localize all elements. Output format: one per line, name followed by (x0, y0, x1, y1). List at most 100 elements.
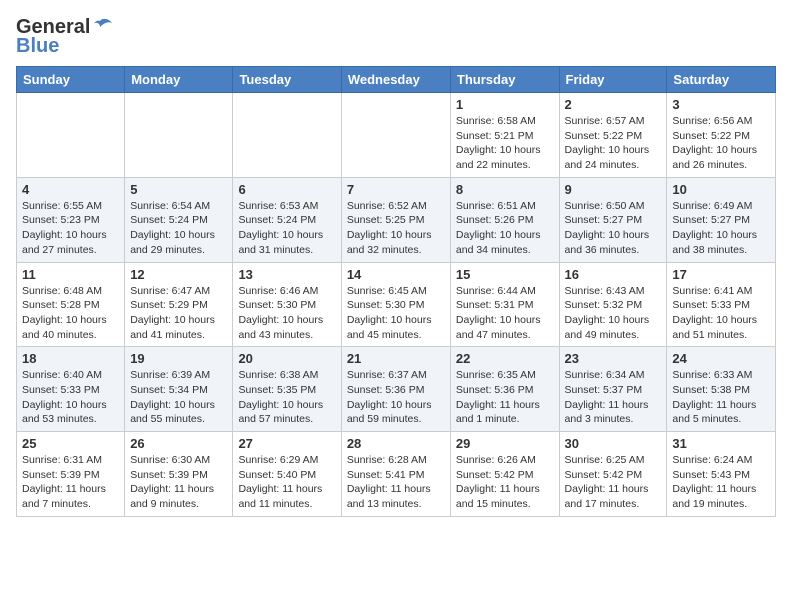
calendar-cell (125, 93, 233, 178)
day-number: 21 (347, 351, 445, 366)
calendar-cell (341, 93, 450, 178)
day-info: Sunrise: 6:30 AM Sunset: 5:39 PM Dayligh… (130, 453, 227, 512)
day-number: 12 (130, 267, 227, 282)
day-info: Sunrise: 6:47 AM Sunset: 5:29 PM Dayligh… (130, 284, 227, 343)
day-info: Sunrise: 6:48 AM Sunset: 5:28 PM Dayligh… (22, 284, 119, 343)
day-number: 10 (672, 182, 770, 197)
day-info: Sunrise: 6:49 AM Sunset: 5:27 PM Dayligh… (672, 199, 770, 258)
day-info: Sunrise: 6:57 AM Sunset: 5:22 PM Dayligh… (565, 114, 662, 173)
day-number: 28 (347, 436, 445, 451)
day-header-tuesday: Tuesday (233, 67, 341, 93)
calendar-cell: 6Sunrise: 6:53 AM Sunset: 5:24 PM Daylig… (233, 177, 341, 262)
calendar-cell: 20 Sunrise: 6:38 AM Sunset: 5:35 PM Dayli… (233, 347, 341, 432)
calendar-cell: 28 Sunrise: 6:28 AM Sunset: 5:41 PM Dayli… (341, 432, 450, 517)
calendar-cell: 10 Sunrise: 6:49 AM Sunset: 5:27 PM Dayli… (667, 177, 776, 262)
day-info: Sunrise: 6:44 AM Sunset: 5:31 PM Dayligh… (456, 284, 554, 343)
calendar-cell: 4 Sunrise: 6:55 AM Sunset: 5:23 PM Daylig… (17, 177, 125, 262)
day-number: 2 (565, 97, 662, 112)
day-info: Sunrise: 6:38 AM Sunset: 5:35 PM Dayligh… (238, 368, 335, 427)
day-info: Sunrise: 6:37 AM Sunset: 5:36 PM Dayligh… (347, 368, 445, 427)
day-number: 11 (22, 267, 119, 282)
logo-blue-text: Blue (16, 35, 59, 58)
day-number: 1 (456, 97, 554, 112)
calendar-cell: 30 Sunrise: 6:25 AM Sunset: 5:42 PM Dayli… (559, 432, 667, 517)
day-info: Sunrise: 6:35 AM Sunset: 5:36 PM Dayligh… (456, 368, 554, 427)
day-header-thursday: Thursday (450, 67, 559, 93)
calendar-cell: 13 Sunrise: 6:46 AM Sunset: 5:30 PM Dayli… (233, 262, 341, 347)
day-info: Sunrise: 6:25 AM Sunset: 5:42 PM Dayligh… (565, 453, 662, 512)
calendar-cell (233, 93, 341, 178)
logo-bird-icon (92, 17, 114, 37)
calendar-cell: 12 Sunrise: 6:47 AM Sunset: 5:29 PM Dayli… (125, 262, 233, 347)
day-info: Sunrise: 6:29 AM Sunset: 5:40 PM Dayligh… (238, 453, 335, 512)
day-number: 20 (238, 351, 335, 366)
calendar-table: SundayMondayTuesdayWednesdayThursdayFrid… (16, 66, 776, 517)
calendar-cell: 14 Sunrise: 6:45 AM Sunset: 5:30 PM Dayli… (341, 262, 450, 347)
day-number: 17 (672, 267, 770, 282)
day-header-friday: Friday (559, 67, 667, 93)
day-info: Sunrise: 6:24 AM Sunset: 5:43 PM Dayligh… (672, 453, 770, 512)
day-number: 29 (456, 436, 554, 451)
day-number: 7 (347, 182, 445, 197)
calendar-cell: 17Sunrise: 6:41 AM Sunset: 5:33 PM Dayli… (667, 262, 776, 347)
day-info: Sunrise: 6:31 AM Sunset: 5:39 PM Dayligh… (22, 453, 119, 512)
day-header-saturday: Saturday (667, 67, 776, 93)
day-info: Sunrise: 6:33 AM Sunset: 5:38 PM Dayligh… (672, 368, 770, 427)
day-number: 18 (22, 351, 119, 366)
calendar-week-row: 25 Sunrise: 6:31 AM Sunset: 5:39 PM Dayli… (17, 432, 776, 517)
calendar-cell: 26 Sunrise: 6:30 AM Sunset: 5:39 PM Dayli… (125, 432, 233, 517)
day-header-monday: Monday (125, 67, 233, 93)
calendar-header-row: SundayMondayTuesdayWednesdayThursdayFrid… (17, 67, 776, 93)
calendar-cell (17, 93, 125, 178)
calendar-week-row: 1 Sunrise: 6:58 AM Sunset: 5:21 PM Daylig… (17, 93, 776, 178)
calendar-week-row: 4 Sunrise: 6:55 AM Sunset: 5:23 PM Daylig… (17, 177, 776, 262)
day-info: Sunrise: 6:43 AM Sunset: 5:32 PM Dayligh… (565, 284, 662, 343)
calendar-cell: 27Sunrise: 6:29 AM Sunset: 5:40 PM Dayli… (233, 432, 341, 517)
day-number: 6 (238, 182, 335, 197)
calendar-week-row: 11 Sunrise: 6:48 AM Sunset: 5:28 PM Dayli… (17, 262, 776, 347)
calendar-cell: 25 Sunrise: 6:31 AM Sunset: 5:39 PM Dayli… (17, 432, 125, 517)
day-number: 30 (565, 436, 662, 451)
day-number: 22 (456, 351, 554, 366)
day-number: 15 (456, 267, 554, 282)
day-info: Sunrise: 6:39 AM Sunset: 5:34 PM Dayligh… (130, 368, 227, 427)
day-info: Sunrise: 6:34 AM Sunset: 5:37 PM Dayligh… (565, 368, 662, 427)
day-info: Sunrise: 6:52 AM Sunset: 5:25 PM Dayligh… (347, 199, 445, 258)
day-info: Sunrise: 6:58 AM Sunset: 5:21 PM Dayligh… (456, 114, 554, 173)
day-number: 13 (238, 267, 335, 282)
calendar-cell: 18 Sunrise: 6:40 AM Sunset: 5:33 PM Dayli… (17, 347, 125, 432)
day-number: 25 (22, 436, 119, 451)
day-number: 4 (22, 182, 119, 197)
day-number: 26 (130, 436, 227, 451)
day-number: 16 (565, 267, 662, 282)
calendar-cell: 9Sunrise: 6:50 AM Sunset: 5:27 PM Daylig… (559, 177, 667, 262)
day-info: Sunrise: 6:26 AM Sunset: 5:42 PM Dayligh… (456, 453, 554, 512)
day-info: Sunrise: 6:45 AM Sunset: 5:30 PM Dayligh… (347, 284, 445, 343)
day-number: 5 (130, 182, 227, 197)
day-number: 3 (672, 97, 770, 112)
day-info: Sunrise: 6:55 AM Sunset: 5:23 PM Dayligh… (22, 199, 119, 258)
calendar-week-row: 18 Sunrise: 6:40 AM Sunset: 5:33 PM Dayli… (17, 347, 776, 432)
day-info: Sunrise: 6:40 AM Sunset: 5:33 PM Dayligh… (22, 368, 119, 427)
calendar-cell: 22 Sunrise: 6:35 AM Sunset: 5:36 PM Dayli… (450, 347, 559, 432)
day-info: Sunrise: 6:50 AM Sunset: 5:27 PM Dayligh… (565, 199, 662, 258)
day-info: Sunrise: 6:46 AM Sunset: 5:30 PM Dayligh… (238, 284, 335, 343)
day-info: Sunrise: 6:28 AM Sunset: 5:41 PM Dayligh… (347, 453, 445, 512)
calendar-cell: 19Sunrise: 6:39 AM Sunset: 5:34 PM Dayli… (125, 347, 233, 432)
day-info: Sunrise: 6:54 AM Sunset: 5:24 PM Dayligh… (130, 199, 227, 258)
day-number: 24 (672, 351, 770, 366)
calendar-cell: 23Sunrise: 6:34 AM Sunset: 5:37 PM Dayli… (559, 347, 667, 432)
calendar-cell: 11 Sunrise: 6:48 AM Sunset: 5:28 PM Dayli… (17, 262, 125, 347)
calendar-cell: 2 Sunrise: 6:57 AM Sunset: 5:22 PM Daylig… (559, 93, 667, 178)
day-info: Sunrise: 6:56 AM Sunset: 5:22 PM Dayligh… (672, 114, 770, 173)
calendar-cell: 8 Sunrise: 6:51 AM Sunset: 5:26 PM Daylig… (450, 177, 559, 262)
day-number: 31 (672, 436, 770, 451)
logo: General Blue (16, 16, 114, 58)
day-number: 8 (456, 182, 554, 197)
calendar-cell: 3 Sunrise: 6:56 AM Sunset: 5:22 PM Daylig… (667, 93, 776, 178)
day-info: Sunrise: 6:51 AM Sunset: 5:26 PM Dayligh… (456, 199, 554, 258)
calendar-cell: 5 Sunrise: 6:54 AM Sunset: 5:24 PM Daylig… (125, 177, 233, 262)
day-number: 14 (347, 267, 445, 282)
day-header-wednesday: Wednesday (341, 67, 450, 93)
calendar-cell: 7 Sunrise: 6:52 AM Sunset: 5:25 PM Daylig… (341, 177, 450, 262)
